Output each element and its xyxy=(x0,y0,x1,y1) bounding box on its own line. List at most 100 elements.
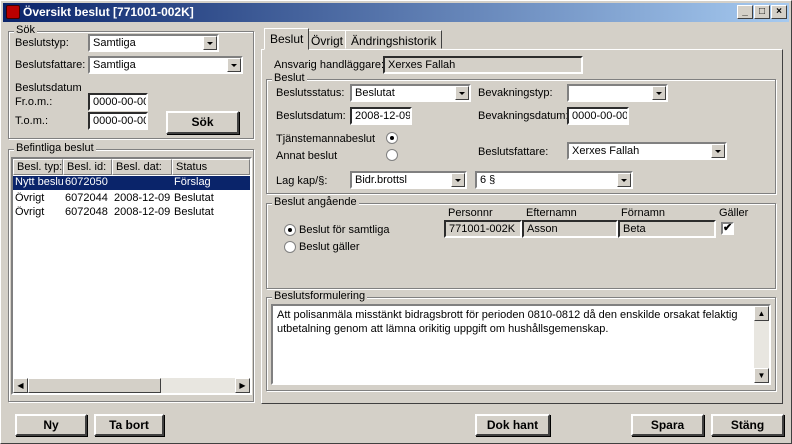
tab-andringshistorik[interactable]: Ändringshistorik xyxy=(345,30,443,49)
chevron-down-icon[interactable] xyxy=(617,173,631,187)
beslutsfattare-label: Beslutsfattare: xyxy=(478,146,549,158)
ansvarig-field: Xerxes Fallah xyxy=(383,56,583,74)
fornamn-cell: Beta xyxy=(618,220,716,238)
beslutsformulering-text: Att polisanmäla misstänkt bidragsbrott f… xyxy=(277,309,738,335)
ny-button[interactable]: Ny xyxy=(15,414,87,436)
paragraf-select[interactable]: 6 § xyxy=(475,171,633,189)
tjanstemannabeslut-label: Tjänstemannabeslut xyxy=(276,133,376,145)
scroll-down-icon[interactable]: ▼ xyxy=(754,368,769,383)
column-header[interactable]: Besl. typ: xyxy=(13,159,63,175)
row-id: 6072048 xyxy=(65,206,108,218)
column-header[interactable]: Besl. id: xyxy=(63,159,112,175)
beslut-for-samtliga-label: Beslut för samtliga xyxy=(299,224,390,236)
table-row[interactable]: Övrigt 6072044 2008-12-09 Beslutat xyxy=(13,192,250,206)
row-typ: Nytt beslu xyxy=(15,176,63,188)
spara-button[interactable]: Spara xyxy=(631,414,704,436)
beslutsdatum-field[interactable]: 2008-12-09 xyxy=(350,107,412,125)
beslutsfattare-select[interactable]: Xerxes Fallah xyxy=(567,142,727,160)
personnr-cell: 771001-002K xyxy=(444,220,522,238)
beslut-angaende-label: Beslut angående xyxy=(272,196,359,208)
column-header[interactable]: Status xyxy=(172,159,250,175)
row-dat: 2008-12-09 xyxy=(114,192,171,204)
from-label: Fr.o.m.: xyxy=(15,96,53,108)
beslutsstatus-value: Beslutat xyxy=(355,87,395,99)
chevron-down-icon[interactable] xyxy=(451,173,465,187)
beslutsfattare-search-select[interactable]: Samtliga xyxy=(88,56,243,74)
beslutsformulering-textarea[interactable]: Att polisanmäla misstänkt bidragsbrott f… xyxy=(271,304,771,385)
beslut-galler-label: Beslut gäller xyxy=(299,241,360,253)
window-title: Översikt beslut [771001-002K] xyxy=(23,5,194,19)
annat-beslut-radio[interactable] xyxy=(386,149,398,161)
beslutsfattare-search-label: Beslutsfattare: xyxy=(15,59,86,71)
scroll-left-icon[interactable]: ◀ xyxy=(13,378,28,393)
tab-ovrigt[interactable]: Övrigt xyxy=(305,30,350,49)
beslutsdatum-label: Beslutsdatum: xyxy=(276,110,346,122)
beslut-group-label: Beslut xyxy=(272,72,307,84)
beslut-for-samtliga-radio[interactable] xyxy=(284,224,296,236)
bevakningstyp-select[interactable] xyxy=(567,84,668,102)
ansvarig-label: Ansvarig handläggare: xyxy=(274,59,385,71)
scrollbar-thumb[interactable] xyxy=(28,378,161,393)
table-row[interactable]: Övrigt 6072048 2008-12-09 Beslutat xyxy=(13,206,250,220)
beslutstyp-value: Samtliga xyxy=(93,37,136,49)
lag-value: Bidr.brottsl xyxy=(355,174,407,186)
app-icon xyxy=(6,5,20,19)
efternamn-cell: Asson xyxy=(522,220,618,238)
fornamn-header: Förnamn xyxy=(621,207,666,219)
maximize-button[interactable]: □ xyxy=(754,5,770,19)
dok-hant-button[interactable]: Dok hant xyxy=(475,414,550,436)
minimize-button[interactable]: _ xyxy=(737,5,753,19)
beslutsdatum-heading: Beslutsdatum xyxy=(15,82,82,94)
chevron-down-icon[interactable] xyxy=(711,144,725,158)
efternamn-header: Efternamn xyxy=(526,207,577,219)
row-id: 6072050 xyxy=(65,176,108,188)
bevakningsdatum-field[interactable]: 0000-00-00 xyxy=(567,107,629,125)
row-dat: 2008-12-09 xyxy=(114,206,171,218)
paragraf-value: 6 § xyxy=(480,174,496,186)
beslut-galler-radio[interactable] xyxy=(284,241,296,253)
title-bar: Översikt beslut [771001-002K] _ □ × xyxy=(3,3,789,22)
galler-checkbox[interactable]: ✔ xyxy=(721,222,734,235)
personnr-header: Personnr xyxy=(448,207,493,219)
close-button[interactable]: × xyxy=(771,5,787,19)
chevron-down-icon[interactable] xyxy=(652,86,666,100)
row-status: Beslutat xyxy=(174,206,214,218)
main-window: Översikt beslut [771001-002K] _ □ × Sök … xyxy=(0,0,792,444)
chevron-down-icon[interactable] xyxy=(455,86,469,100)
scroll-up-icon[interactable]: ▲ xyxy=(754,306,769,321)
list-header: Besl. typ: Besl. id: Besl. dat: Status xyxy=(13,159,250,175)
tjanstemannabeslut-radio[interactable] xyxy=(386,132,398,144)
to-label: T.o.m.: xyxy=(15,115,49,127)
from-date-field[interactable]: 0000-00-00 xyxy=(88,93,148,111)
search-button[interactable]: Sök xyxy=(166,111,239,134)
to-date-field[interactable]: 0000-00-00 xyxy=(88,112,148,130)
lag-select[interactable]: Bidr.brottsl xyxy=(350,171,467,189)
chevron-down-icon[interactable] xyxy=(227,58,241,72)
ta-bort-button[interactable]: Ta bort xyxy=(94,414,164,436)
beslutstyp-label: Beslutstyp: xyxy=(15,37,69,49)
beslutsstatus-label: Beslutsstatus: xyxy=(276,87,345,99)
row-status: Förslag xyxy=(174,176,211,188)
stang-button[interactable]: Stäng xyxy=(711,414,784,436)
search-group-label: Sök xyxy=(14,24,37,36)
beslutsstatus-select[interactable]: Beslutat xyxy=(350,84,471,102)
bevakningsdatum-label: Bevakningsdatum: xyxy=(478,110,569,122)
beslutstyp-select[interactable]: Samtliga xyxy=(88,34,219,52)
tab-beslut[interactable]: Beslut xyxy=(264,28,310,50)
existing-decisions-label: Befintliga beslut xyxy=(14,142,96,154)
column-header[interactable]: Besl. dat: xyxy=(112,159,172,175)
beslutsformulering-label: Beslutsformulering xyxy=(272,290,368,302)
row-typ: Övrigt xyxy=(15,192,45,204)
beslutsfattare-search-value: Samtliga xyxy=(93,59,136,71)
row-status: Beslutat xyxy=(174,192,214,204)
row-typ: Övrigt xyxy=(15,206,45,218)
decisions-list[interactable]: Besl. typ: Besl. id: Besl. dat: Status N… xyxy=(11,157,252,395)
chevron-down-icon[interactable] xyxy=(203,36,217,50)
beslutsfattare-value: Xerxes Fallah xyxy=(572,145,640,157)
lag-label: Lag kap/§: xyxy=(276,175,328,187)
scroll-right-icon[interactable]: ▶ xyxy=(235,378,250,393)
bevakningstyp-label: Bevakningstyp: xyxy=(478,87,553,99)
row-id: 6072044 xyxy=(65,192,108,204)
table-row[interactable]: Nytt beslu 6072050 Förslag xyxy=(13,176,250,190)
galler-header: Gäller xyxy=(719,207,749,219)
